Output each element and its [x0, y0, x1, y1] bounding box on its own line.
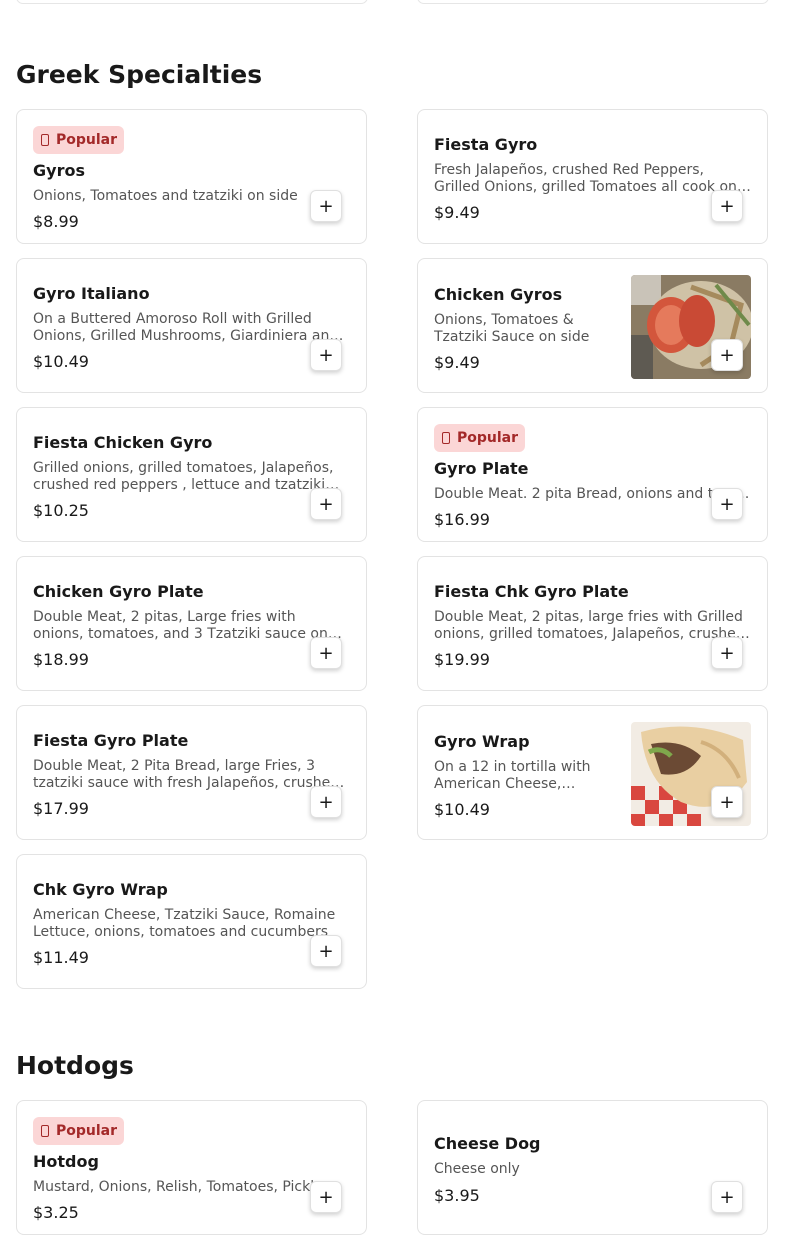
add-to-cart-button[interactable]: + — [310, 637, 342, 669]
item-price: $11.49 — [33, 948, 89, 967]
section-title-hotdogs: Hotdogs — [16, 1051, 134, 1080]
previous-card-edge — [16, 0, 368, 4]
item-description: Double Meat, 2 Pita Bread, large Fries, … — [33, 758, 340, 791]
popular-badge: Popular — [33, 1117, 125, 1145]
popular-badge: Popular — [434, 424, 526, 452]
item-name: Gyro Wrap — [434, 732, 530, 751]
item-name: Cheese Dog — [434, 1134, 541, 1153]
item-price: $10.49 — [434, 800, 490, 819]
add-to-cart-button[interactable]: + — [711, 339, 743, 371]
item-name: Gyro Plate — [434, 459, 529, 478]
menu-item-card[interactable]: Popular Gyros Onions, Tomatoes and tzatz… — [16, 109, 367, 244]
item-description: Mustard, Onions, Relish, Tomatoes, Pickl… — [33, 1179, 331, 1195]
item-description: Double Meat, 2 pitas, large fries with G… — [434, 609, 745, 642]
item-price: $10.49 — [33, 352, 89, 371]
item-name: Fiesta Gyro Plate — [33, 731, 189, 750]
menu-item-card[interactable]: Gyro Wrap On a 12 in tortilla with Ameri… — [417, 705, 768, 840]
item-price: $17.99 — [33, 799, 89, 818]
add-to-cart-button[interactable]: + — [711, 786, 743, 818]
item-description: Onions, Tomatoes and tzatziki on side — [33, 188, 298, 204]
menu-item-card[interactable]: Chk Gyro Wrap American Cheese, Tzatziki … — [16, 854, 367, 989]
add-to-cart-button[interactable]: + — [310, 488, 342, 520]
item-price: $19.99 — [434, 650, 490, 669]
item-price: $3.25 — [33, 1203, 79, 1222]
item-description: Fresh Jalapeños, crushed Red Peppers, Gr… — [434, 162, 737, 195]
add-to-cart-button[interactable]: + — [711, 190, 743, 222]
menu-item-card[interactable]: Fiesta Gyro Plate Double Meat, 2 Pita Br… — [16, 705, 367, 840]
item-name: Hotdog — [33, 1152, 99, 1171]
add-to-cart-button[interactable]: + — [711, 637, 743, 669]
menu-item-card[interactable]: Gyro Italiano On a Buttered Amoroso Roll… — [16, 258, 367, 393]
item-name: Fiesta Chk Gyro Plate — [434, 582, 629, 601]
item-price: $9.49 — [434, 203, 480, 222]
previous-card-edge — [417, 0, 769, 4]
item-name: Fiesta Gyro — [434, 135, 538, 154]
flame-icon — [41, 134, 49, 146]
menu-item-card[interactable]: Fiesta Chk Gyro Plate Double Meat, 2 pit… — [417, 556, 768, 691]
item-name: Fiesta Chicken Gyro — [33, 433, 213, 452]
add-to-cart-button[interactable]: + — [310, 339, 342, 371]
item-name: Gyros — [33, 161, 85, 180]
add-to-cart-button[interactable]: + — [310, 190, 342, 222]
add-to-cart-button[interactable]: + — [711, 488, 743, 520]
menu-item-card[interactable]: Chicken Gyro Plate Double Meat, 2 pitas,… — [16, 556, 367, 691]
menu-item-card[interactable]: Fiesta Gyro Fresh Jalapeños, crushed Red… — [417, 109, 768, 244]
popular-badge: Popular — [33, 126, 125, 154]
item-price: $18.99 — [33, 650, 89, 669]
add-to-cart-button[interactable]: + — [310, 935, 342, 967]
item-price: $10.25 — [33, 501, 89, 520]
item-description: American Cheese, Tzatziki Sauce, Romaine… — [33, 907, 336, 940]
item-description: Double Meat, 2 pitas, Large fries with o… — [33, 609, 328, 642]
menu-item-card[interactable]: Popular Gyro Plate Double Meat. 2 pita B… — [417, 407, 768, 542]
add-to-cart-button[interactable]: + — [310, 786, 342, 818]
item-name: Chk Gyro Wrap — [33, 880, 168, 899]
flame-icon — [442, 432, 450, 444]
item-price: $8.99 — [33, 212, 79, 231]
item-description: On a Buttered Amoroso Roll with Grilled … — [33, 311, 339, 344]
menu-item-card[interactable]: Cheese Dog Cheese only $3.95 + — [417, 1100, 768, 1235]
menu-item-card[interactable]: Popular Hotdog Mustard, Onions, Relish, … — [16, 1100, 367, 1235]
item-description: Cheese only — [434, 1161, 520, 1177]
item-description: Grilled onions, grilled tomatoes, Jalape… — [33, 460, 334, 493]
menu-item-card[interactable]: Chicken Gyros Onions, Tomatoes & Tzatzik… — [417, 258, 768, 393]
item-name: Chicken Gyro Plate — [33, 582, 204, 601]
item-description: On a 12 in tortilla with American Cheese… — [434, 759, 591, 792]
item-description: Double Meat. 2 pita Bread, onions and to… — [434, 486, 751, 502]
flame-icon — [41, 1125, 49, 1137]
add-to-cart-button[interactable]: + — [711, 1181, 743, 1213]
menu-item-card[interactable]: Fiesta Chicken Gyro Grilled onions, gril… — [16, 407, 367, 542]
item-name: Chicken Gyros — [434, 285, 563, 304]
item-price: $3.95 — [434, 1186, 480, 1205]
section-title-greek-specialties: Greek Specialties — [16, 60, 263, 89]
item-price: $9.49 — [434, 353, 480, 372]
item-description: Onions, Tomatoes & Tzatziki Sauce on sid… — [434, 312, 590, 345]
item-price: $16.99 — [434, 510, 490, 529]
item-name: Gyro Italiano — [33, 284, 150, 303]
add-to-cart-button[interactable]: + — [310, 1181, 342, 1213]
